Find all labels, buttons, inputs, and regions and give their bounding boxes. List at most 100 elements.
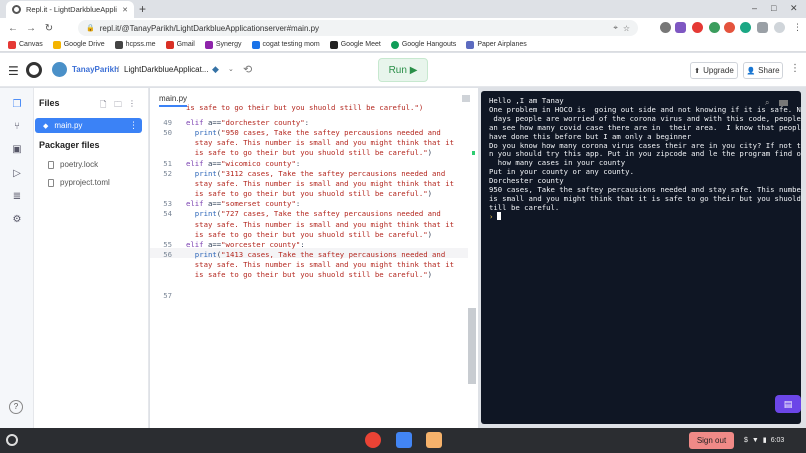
console-line: is small and you might think that it is … xyxy=(489,193,801,203)
chat-icon[interactable]: ▤ xyxy=(775,395,801,413)
url-text: repl.it/@TanayParikh/LightDarkblueApplic… xyxy=(99,23,320,33)
console-line: Put in your county or any county. xyxy=(489,167,634,177)
code-line: elif a=="somerset county": xyxy=(186,199,301,209)
document-icon xyxy=(48,160,54,169)
line-number: 49 xyxy=(163,118,172,127)
location-icon[interactable]: ⌖ xyxy=(613,23,618,33)
extensions-puzzle-icon[interactable] xyxy=(757,22,768,33)
console-line: days people are worried of the corona vi… xyxy=(489,113,801,123)
console-line: till be careful. xyxy=(489,202,560,212)
packages-cube-icon[interactable]: ▣ xyxy=(10,143,24,157)
line-number: 50 xyxy=(163,128,172,138)
launcher-icon[interactable] xyxy=(6,434,18,446)
bookmark-hcpss[interactable]: hcpss.me xyxy=(114,40,156,49)
new-tab-button[interactable]: + xyxy=(139,2,146,16)
wifi-icon: ▼ xyxy=(751,436,759,444)
settings-gear-icon[interactable]: ⚙ xyxy=(10,213,24,227)
back-icon[interactable]: ← xyxy=(4,23,22,34)
reload-icon[interactable]: ↻ xyxy=(40,23,58,34)
files-menu-icon[interactable]: ⋮ xyxy=(128,99,136,108)
system-tray[interactable]: $ ▼ ▮ 6:03 xyxy=(744,436,784,445)
extension-red-icon[interactable] xyxy=(692,22,703,33)
code-line: elif a=="worcester county": xyxy=(186,239,305,249)
debugger-icon[interactable]: ▷ xyxy=(10,167,24,181)
hcpss-icon xyxy=(114,40,123,49)
console-line: 950 cases, Take the saftey percausions n… xyxy=(489,185,801,194)
extension-circle-icon[interactable] xyxy=(660,22,671,33)
bookmark-cogat[interactable]: cogat testing mom xyxy=(251,40,320,49)
extension-green-icon[interactable] xyxy=(709,22,720,33)
extension-grammarly-icon[interactable] xyxy=(740,22,751,33)
version-control-icon[interactable]: ⑂ xyxy=(10,120,24,134)
bookmark-star-icon[interactable]: ☆ xyxy=(623,24,630,33)
console-panel[interactable]: ⌕ Hello ,I am Tanay One problem in HOCO i… xyxy=(481,91,801,424)
new-folder-icon[interactable]: 🗀 xyxy=(114,99,122,113)
close-window-icon[interactable]: ✕ xyxy=(790,3,798,14)
console-line: Hello ,I am Tanay xyxy=(489,96,564,105)
user-avatar[interactable] xyxy=(52,62,67,77)
run-button[interactable]: Run ▶ xyxy=(378,58,428,82)
minimize-pane-icon[interactable] xyxy=(462,95,470,102)
console-line: Do you know how many corona virus cases … xyxy=(489,140,801,150)
forward-icon[interactable]: → xyxy=(22,23,40,34)
console-line: n you should try this app. Put in you zi… xyxy=(489,149,801,159)
more-options-icon[interactable]: ⋮ xyxy=(790,63,800,74)
help-icon[interactable]: ? xyxy=(9,400,23,414)
file-options-icon[interactable]: ⋮ xyxy=(129,120,138,131)
code-line: stay safe. This number is small and you … xyxy=(186,138,454,148)
console-line: have done this before but I am only a be… xyxy=(489,131,692,141)
cogat-icon xyxy=(251,40,260,49)
bookmark-google-meet[interactable]: Google Meet xyxy=(329,40,381,49)
chrome-app-icon[interactable] xyxy=(365,432,381,448)
google-drive-icon xyxy=(52,40,61,49)
bookmark-synergy[interactable]: Synergy xyxy=(204,40,242,49)
file-item-poetry-lock[interactable]: poetry.lock xyxy=(48,160,98,169)
bookmark-gmail[interactable]: Gmail xyxy=(165,40,195,49)
project-name[interactable]: LightDarkblueApplicat... xyxy=(124,65,210,74)
files-app-icon[interactable] xyxy=(426,432,442,448)
bookmark-paper-airplanes[interactable]: Paper Airplanes xyxy=(466,40,527,49)
bookmark-google-drive[interactable]: Google Drive xyxy=(52,40,105,49)
file-name: main.py xyxy=(54,121,83,130)
share-button[interactable]: 👤 Share xyxy=(743,62,783,79)
code-line: print("727 cases, Take the saftey percau… xyxy=(194,209,441,219)
maximize-icon[interactable]: □ xyxy=(771,3,776,13)
replit-logo-icon[interactable] xyxy=(26,62,42,78)
minimize-icon[interactable]: – xyxy=(752,3,757,13)
address-bar[interactable]: 🔒 repl.it/@TanayParikh/LightDarkblueAppl… xyxy=(78,20,638,36)
close-tab-icon[interactable]: ✕ xyxy=(122,6,128,14)
new-file-icon[interactable]: 🗋 xyxy=(100,99,106,113)
chevron-down-icon[interactable]: ⌄ xyxy=(228,65,234,73)
code-line: is safe to go their but you shuold still… xyxy=(186,270,433,280)
editor-scrollbar[interactable] xyxy=(468,308,476,384)
history-icon[interactable]: ⟲ xyxy=(243,63,252,76)
files-icon[interactable]: ❐ xyxy=(10,98,24,112)
chrome-menu-icon[interactable]: ⋮ xyxy=(793,22,802,33)
code-line: print("1413 cases, Take the saftey perca… xyxy=(194,249,446,259)
code-area[interactable]: is safe to go their but you shuold still… xyxy=(150,102,478,372)
extension-g-icon[interactable] xyxy=(724,22,735,33)
bookmark-google-hangouts[interactable]: Google Hangouts xyxy=(390,40,456,49)
file-item-main-py[interactable]: ◆ main.py ⋮ xyxy=(35,118,142,133)
bookmark-canvas[interactable]: Canvas xyxy=(8,40,43,49)
code-editor[interactable]: main.py is safe to go their but you shuo… xyxy=(150,88,478,428)
database-icon[interactable]: ≣ xyxy=(10,190,24,204)
google-docs-app-icon[interactable] xyxy=(396,432,412,448)
upgrade-button[interactable]: ⬆ Upgrade xyxy=(690,62,738,79)
code-line: stay safe. This number is small and you … xyxy=(186,260,454,270)
replit-header: ☰ TanayParikh / LightDarkblueApplicat...… xyxy=(0,53,806,87)
profile-avatar-icon[interactable] xyxy=(774,22,785,33)
console-cursor[interactable] xyxy=(497,212,501,220)
hamburger-menu-icon[interactable]: ☰ xyxy=(8,64,19,78)
packager-files-heading: Packager files xyxy=(39,140,100,150)
sign-out-button[interactable]: Sign out xyxy=(689,432,734,449)
browser-tab-strip: Repl.it - LightDarkblueApplicatio ✕ + – … xyxy=(0,0,806,18)
replit-favicon-icon xyxy=(12,5,21,14)
extension-purple-icon[interactable] xyxy=(675,22,686,33)
file-item-pyproject-toml[interactable]: pyproject.toml xyxy=(48,178,110,187)
code-line: stay safe. This number is small and you … xyxy=(186,178,454,188)
tab-title: Repl.it - LightDarkblueApplicatio xyxy=(26,5,117,14)
browser-tab[interactable]: Repl.it - LightDarkblueApplicatio ✕ xyxy=(6,1,134,18)
owner-link[interactable]: TanayParikh xyxy=(72,65,119,74)
code-line: is safe to go their but you shuold still… xyxy=(186,148,433,158)
